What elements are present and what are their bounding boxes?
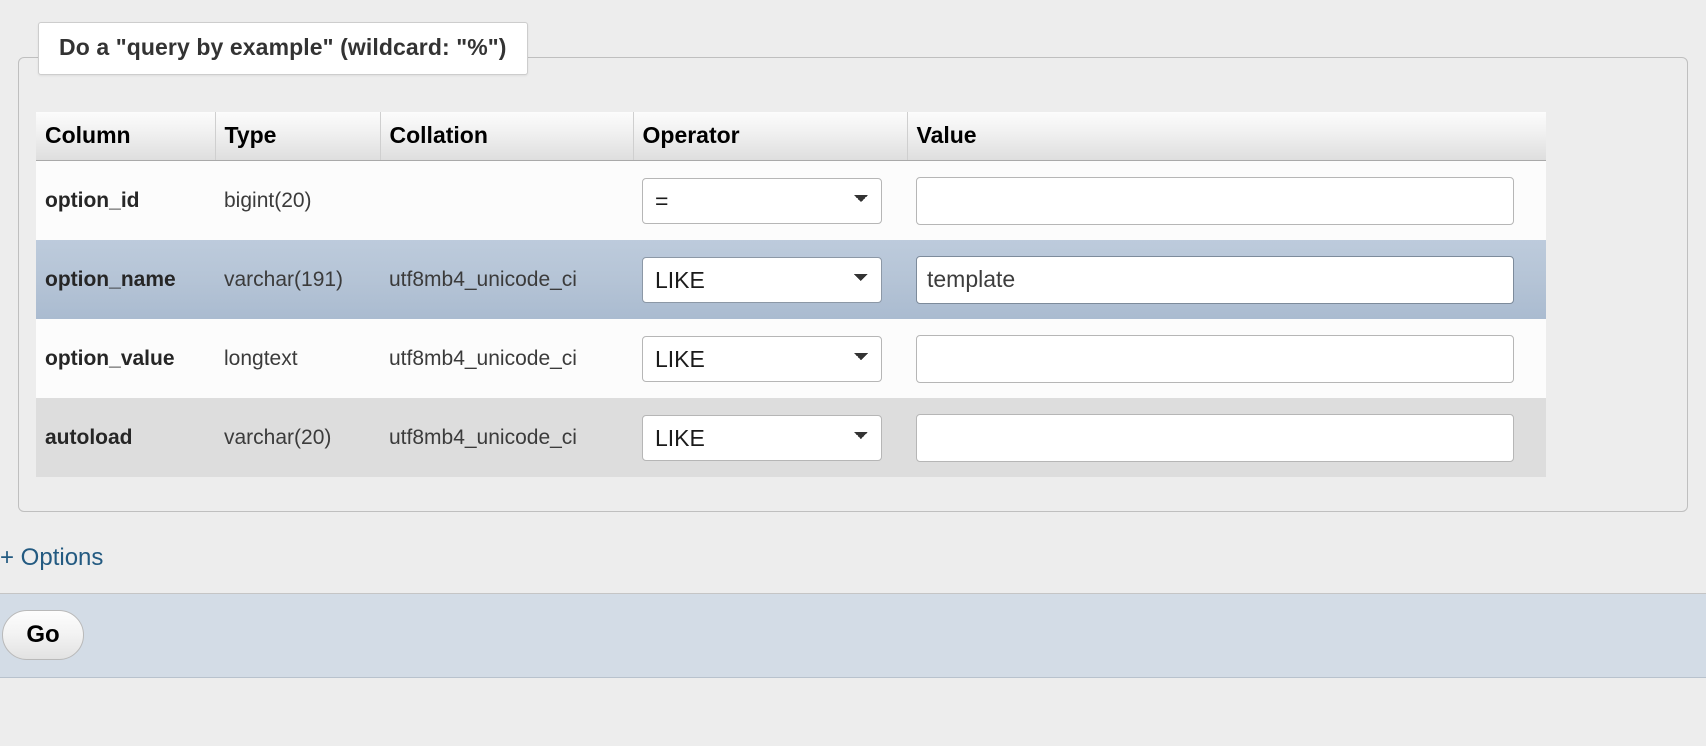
value-input[interactable] <box>916 177 1514 225</box>
header-column: Column <box>36 112 215 161</box>
cell-column-collation: utf8mb4_unicode_ci <box>380 398 633 477</box>
cell-column-collation: utf8mb4_unicode_ci <box>380 240 633 319</box>
form-footer: Go <box>0 594 1706 678</box>
cell-column-name: option_id <box>36 161 215 241</box>
table-header-row: Column Type Collation Operator Value <box>36 112 1546 161</box>
cell-column-collation: utf8mb4_unicode_ci <box>380 319 633 398</box>
cell-value <box>907 240 1546 319</box>
cell-column-name: autoload <box>36 398 215 477</box>
cell-column-name: option_value <box>36 319 215 398</box>
operator-select[interactable]: LIKE <box>642 257 882 303</box>
query-by-example-legend: Do a "query by example" (wildcard: "%") <box>38 22 528 75</box>
cell-value <box>907 398 1546 477</box>
table-header: Column Type Collation Operator Value <box>36 112 1546 161</box>
go-button[interactable]: Go <box>2 610 84 660</box>
header-type: Type <box>215 112 380 161</box>
page-bottom-filler <box>0 678 1706 746</box>
table-row: option_id bigint(20) = <box>36 161 1546 241</box>
value-input[interactable] <box>916 414 1514 462</box>
cell-column-type: longtext <box>215 319 380 398</box>
value-input[interactable] <box>916 256 1514 304</box>
cell-column-type: varchar(20) <box>215 398 380 477</box>
cell-operator: LIKE <box>633 240 907 319</box>
cell-value <box>907 161 1546 241</box>
table-row: option_name varchar(191) utf8mb4_unicode… <box>36 240 1546 319</box>
cell-operator: LIKE <box>633 319 907 398</box>
cell-column-name: option_name <box>36 240 215 319</box>
value-input[interactable] <box>916 335 1514 383</box>
header-operator: Operator <box>633 112 907 161</box>
table-row: autoload varchar(20) utf8mb4_unicode_ci … <box>36 398 1546 477</box>
cell-value <box>907 319 1546 398</box>
cell-operator: LIKE <box>633 398 907 477</box>
header-value: Value <box>907 112 1546 161</box>
operator-select[interactable]: LIKE <box>642 415 882 461</box>
query-by-example-table: Column Type Collation Operator Value opt… <box>36 112 1546 477</box>
header-collation: Collation <box>380 112 633 161</box>
options-bar: + Options <box>0 532 1706 594</box>
cell-column-collation <box>380 161 633 241</box>
operator-select[interactable]: = <box>642 178 882 224</box>
cell-operator: = <box>633 161 907 241</box>
table-row: option_value longtext utf8mb4_unicode_ci… <box>36 319 1546 398</box>
table-body: option_id bigint(20) = option_name varch… <box>36 161 1546 478</box>
operator-select[interactable]: LIKE <box>642 336 882 382</box>
cell-column-type: bigint(20) <box>215 161 380 241</box>
options-toggle-link[interactable]: + Options <box>0 544 103 572</box>
cell-column-type: varchar(191) <box>215 240 380 319</box>
